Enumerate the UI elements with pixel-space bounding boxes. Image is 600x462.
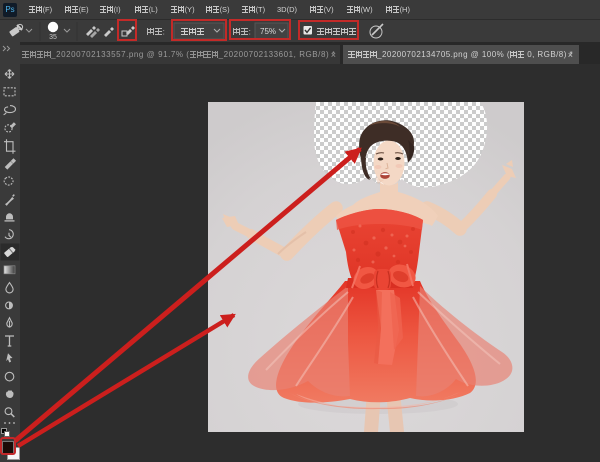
svg-text:35: 35	[49, 34, 57, 41]
